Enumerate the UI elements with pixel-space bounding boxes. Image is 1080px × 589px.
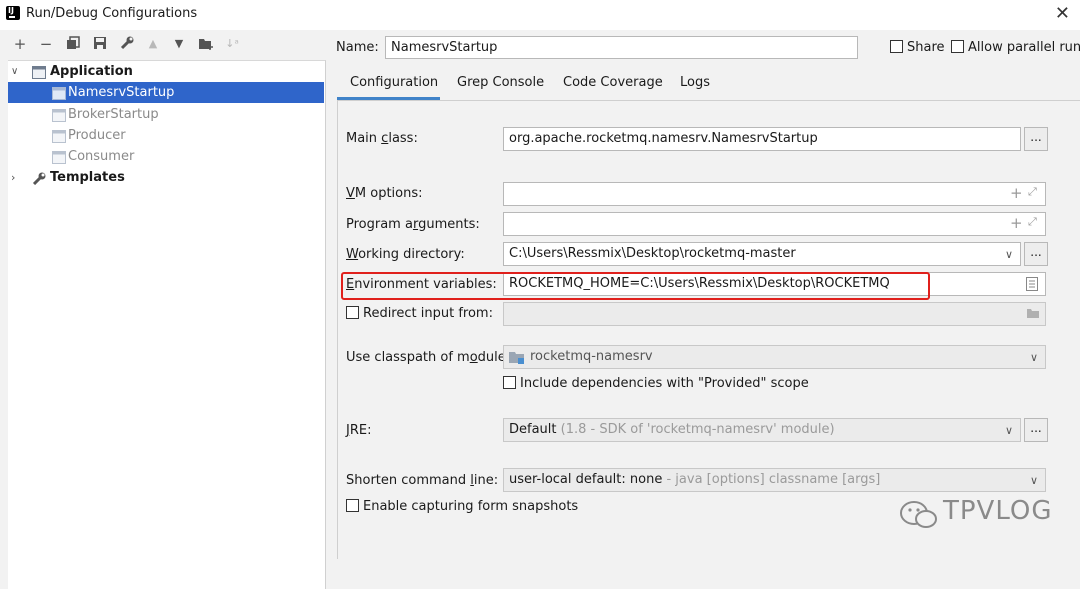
chevron-down-icon[interactable]: ∨ [1005,248,1013,261]
checkbox-box[interactable] [346,499,359,512]
browse-button[interactable]: ... [1024,242,1048,266]
save-icon[interactable] [92,36,108,52]
chevron-down-icon[interactable]: ∨ [1030,351,1038,364]
shorten-detail: - java [options] classname [args] [666,472,881,487]
main-class-label: Main class: [346,131,418,146]
tab-logs[interactable]: Logs [680,75,710,90]
window-title: Run/Debug Configurations [26,6,198,21]
redirect-input-checkbox[interactable]: Redirect input from: [346,306,493,321]
include-dependencies-checkbox[interactable]: Include dependencies with "Provided" sco… [503,376,809,391]
chevron-down-icon[interactable]: ∨ [1030,474,1038,487]
wrench-icon[interactable] [119,36,135,52]
browse-button[interactable]: ... [1024,127,1048,151]
move-up-icon[interactable]: ▲ [145,36,161,52]
config-tree: ∨ Application NamesrvStartup BrokerStart… [8,60,326,589]
tree-label-application: Application [50,64,133,79]
folder-icon[interactable] [1026,307,1040,323]
new-folder-icon[interactable] [198,36,214,52]
checkbox-box[interactable] [890,40,903,53]
tree-item-label: BrokerStartup [68,107,159,122]
wechat-icon [899,499,939,535]
wrench-icon [32,171,46,192]
classpath-select[interactable]: rocketmq-namesrv [503,345,1046,369]
tree-item-producer[interactable]: Producer [8,125,324,146]
chevron-down-icon[interactable]: ∨ [11,61,18,82]
shorten-command-select[interactable]: user-local default: none - java [options… [503,468,1046,492]
left-pane: + − ▲ ▼ ↓ᵃ ∨ Application NamesrvStartup … [0,30,326,589]
sort-icon[interactable]: ↓ᵃ [224,36,240,52]
checkbox-box[interactable] [346,306,359,319]
tree-item-brokerstartup[interactable]: BrokerStartup [8,104,324,125]
tree-item-label: NamesrvStartup [68,85,175,100]
shorten-value: user-local default: none [509,472,663,487]
expand-icon[interactable]: ⤢ [1028,185,1037,199]
checkbox-box[interactable] [951,40,964,53]
tab-code-coverage[interactable]: Code Coverage [563,75,663,90]
shorten-command-label: Shorten command line: [346,473,499,488]
browse-button[interactable]: ... [1024,418,1048,442]
title-bar: IJ Run/Debug Configurations ✕ [0,0,1080,30]
chevron-right-icon[interactable]: › [11,167,15,188]
jre-detail: (1.8 - SDK of 'rocketmq-namesrv' module) [560,422,835,437]
chevron-down-icon[interactable]: ∨ [1005,424,1013,437]
jre-select[interactable]: Default (1.8 - SDK of 'rocketmq-namesrv'… [503,418,1021,442]
highlight-box [341,272,930,300]
tree-item-label: Consumer [68,149,135,164]
program-arguments-input[interactable] [503,212,1046,236]
working-directory-label: Working directory: [346,247,465,262]
intellij-icon: IJ [6,6,20,20]
tree-node-templates[interactable]: › Templates [8,167,324,188]
program-arguments-label: Program arguments: [346,217,480,232]
tab-grep-console[interactable]: Grep Console [457,75,544,90]
enable-snapshots-label: Enable capturing form snapshots [363,499,579,514]
add-icon[interactable]: + [12,36,28,52]
jre-label: JRE: [346,423,372,438]
expand-icon[interactable]: ⤢ [1028,215,1037,229]
name-input[interactable]: NamesrvStartup [385,36,858,59]
tab-configuration[interactable]: Configuration [350,75,438,90]
include-dependencies-label: Include dependencies with "Provided" sco… [520,376,809,391]
name-label: Name: [336,40,379,55]
add-icon[interactable]: + [1010,214,1023,232]
close-icon[interactable]: ✕ [1055,3,1070,24]
vm-options-input[interactable] [503,182,1046,206]
document-icon[interactable] [1026,277,1038,295]
share-label: Share [907,40,945,55]
module-icon [509,351,525,368]
add-icon[interactable]: + [1010,184,1023,202]
tree-item-namesrvstartup[interactable]: NamesrvStartup [8,82,324,103]
vm-options-label: VM options: [346,186,423,201]
tree-node-application[interactable]: ∨ Application [8,61,324,82]
move-down-icon[interactable]: ▼ [171,36,187,52]
share-checkbox[interactable]: Share [890,40,945,55]
tree-item-label: Producer [68,128,126,143]
redirect-input-label: Redirect input from: [363,306,493,321]
classpath-label: Use classpath of module: [346,350,511,365]
redirect-input-field[interactable] [503,302,1046,326]
checkbox-box[interactable] [503,376,516,389]
parallel-run-checkbox[interactable]: Allow parallel run [951,40,1080,55]
remove-icon[interactable]: − [38,36,54,52]
working-directory-input[interactable]: C:\Users\Ressmix\Desktop\rocketmq-master [503,242,1021,266]
tree-label-templates: Templates [50,170,125,185]
copy-icon[interactable] [65,36,81,52]
tree-item-consumer[interactable]: Consumer [8,146,324,167]
enable-snapshots-checkbox[interactable]: Enable capturing form snapshots [346,499,578,514]
main-class-input[interactable]: org.apache.rocketmq.namesrv.NamesrvStart… [503,127,1021,151]
jre-default: Default [509,422,557,437]
watermark-text: TPVLOG [943,496,1053,526]
parallel-run-label: Allow parallel run [968,40,1080,55]
right-pane: Name: NamesrvStartup Share Allow paralle… [326,30,1080,559]
toolbar: + − ▲ ▼ ↓ᵃ [0,30,326,60]
